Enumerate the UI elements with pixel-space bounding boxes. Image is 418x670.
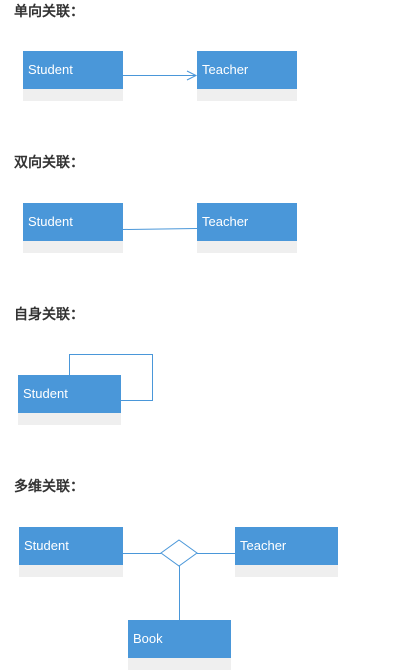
association-line-bidirectional bbox=[122, 228, 198, 230]
association-lines bbox=[69, 70, 235, 620]
association-diamond-icon bbox=[160, 539, 198, 567]
self-association-loop bbox=[69, 354, 153, 401]
